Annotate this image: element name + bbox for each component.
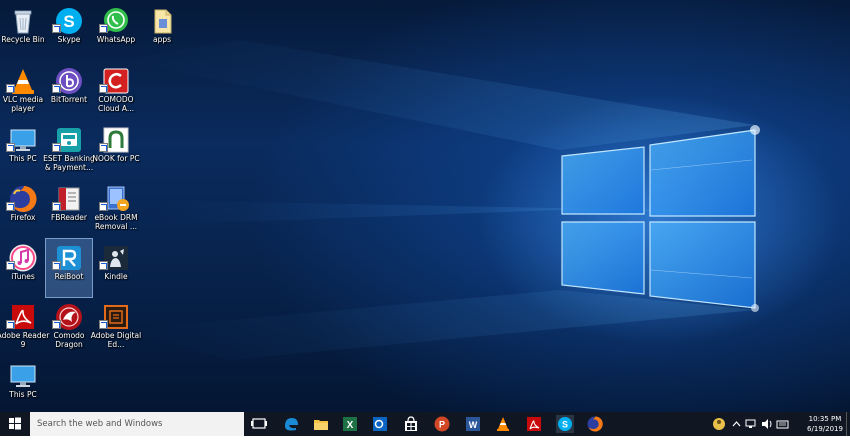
show-desktop-button[interactable] [846,412,850,436]
file-explorer-icon[interactable] [312,415,330,433]
desktop-icon-label: BitTorrent [50,95,88,104]
desktop-icon-label: FBReader [50,213,87,222]
shortcut-arrow-icon [99,143,108,152]
volume-icon[interactable] [762,419,772,429]
firefox-icon[interactable] [586,415,604,433]
store-icon[interactable] [402,415,420,433]
shortcut-arrow-icon [6,84,15,93]
task-view-icon[interactable] [250,415,268,433]
skype-icon[interactable]: S [556,415,574,433]
search-placeholder: Search the web and Windows [37,419,163,429]
vlc-cone-icon[interactable] [494,415,512,433]
desktop-icon-comodo-cloud[interactable]: COMODO Cloud A... [93,62,139,120]
adobe-reader-icon[interactable] [525,415,543,433]
desktop-icon-recycle-bin[interactable]: Recycle Bin [0,2,46,60]
desktop-icon-adobe-digital-editions[interactable]: Adobe Digital Ed... [91,298,141,356]
desktop-icon-label: COMODO Cloud A... [98,95,134,113]
shortcut-arrow-icon [52,202,61,211]
taskbar-search-input[interactable]: Search the web and Windows [30,412,244,436]
shortcut-arrow-icon [52,24,61,33]
shortcut-arrow-icon [52,320,61,329]
powerpoint-icon[interactable]: P [433,415,451,433]
chevron-up-icon[interactable] [732,421,741,427]
desktop-icon-reiboot[interactable]: ReiBoot [45,238,93,298]
desktop-icon-adobe-reader[interactable]: Adobe Reader 9 [0,298,49,356]
word-icon[interactable]: W [464,415,482,433]
excel-icon[interactable]: X [341,415,359,433]
network-icon[interactable] [745,419,756,428]
shortcut-arrow-icon [99,24,108,33]
desktop-icon-label: apps [152,35,172,44]
shortcut-arrow-icon [6,320,15,329]
svg-text:X: X [347,420,354,431]
file-icon [154,9,172,34]
desktop-icon-label: ReiBoot [54,272,84,281]
desktop-icon-apps[interactable]: apps [139,2,185,60]
desktop-icon-eset-banking[interactable]: ESET Banking & Payment... [43,121,95,179]
desktop-icon-label: Kindle [104,272,128,281]
svg-text:S: S [63,12,74,31]
user-people-icon[interactable] [713,418,725,430]
system-tray [713,418,789,430]
desktop-icon-this-pc-2[interactable]: This PC [0,357,46,412]
desktop-icon-comodo-dragon[interactable]: Comodo Dragon [46,298,92,356]
shortcut-arrow-icon [52,84,61,93]
start-button[interactable] [0,412,30,436]
monitor-icon [10,365,36,387]
svg-text:P: P [439,420,445,430]
desktop-icon-label: Comodo Dragon [53,331,85,349]
clock-time: 10:35 PM [808,415,842,423]
desktop-icon-label: Adobe Digital Ed... [90,331,142,349]
desktop-icon-label: NOOK for PC [92,154,140,163]
shortcut-arrow-icon [6,261,15,270]
desktop-icon-itunes[interactable]: iTunes [0,239,46,297]
desktop-icon-skype[interactable]: S Skype [46,2,92,60]
taskbar: Search the web and Windows X P W S 10:35… [0,412,850,436]
desktop-icon-label: This PC [9,390,37,399]
shortcut-arrow-icon [99,202,108,211]
clock-date: 6/19/2019 [807,425,843,433]
desktop-icon-firefox[interactable]: Firefox [0,180,46,238]
shortcut-arrow-icon [6,143,15,152]
keyboard-icon[interactable] [776,420,789,429]
desktop-icon-fbreader[interactable]: FBReader [46,180,92,238]
shortcut-arrow-icon [99,84,108,93]
clock[interactable]: 10:35 PM 6/19/2019 [800,414,850,434]
shortcut-arrow-icon [52,143,61,152]
desktop-icon-vlc[interactable]: VLC media player [0,62,46,120]
desktop-icon-label: eBook DRM Removal ... [94,213,138,231]
svg-text:S: S [562,420,568,430]
edge-icon[interactable] [282,415,300,433]
desktop-icon-label: ESET Banking & Payment... [43,154,95,172]
desktop-icon-whatsapp[interactable]: WhatsApp [93,2,139,60]
desktop-icon-label: Skype [57,35,81,44]
shortcut-arrow-icon [52,261,61,270]
desktop-icon-nook[interactable]: NOOK for PC [92,121,140,179]
desktop[interactable]: Recycle Bin S Skype WhatsApp apps VLC me… [0,0,850,412]
desktop-icon-kindle[interactable]: Kindle [93,239,139,297]
desktop-icon-ebook-drm-removal[interactable]: eBook DRM Removal ... [93,180,139,238]
shortcut-arrow-icon [99,261,108,270]
windows-logo-icon [9,417,21,430]
shortcut-arrow-icon [6,202,15,211]
outlook-icon[interactable] [371,415,389,433]
shortcut-arrow-icon [99,320,108,329]
recycle-bin-icon [14,10,32,34]
desktop-icon-bittorrent[interactable]: BitTorrent [46,62,92,120]
desktop-icon-this-pc[interactable]: This PC [0,121,46,179]
svg-text:W: W [469,420,478,430]
